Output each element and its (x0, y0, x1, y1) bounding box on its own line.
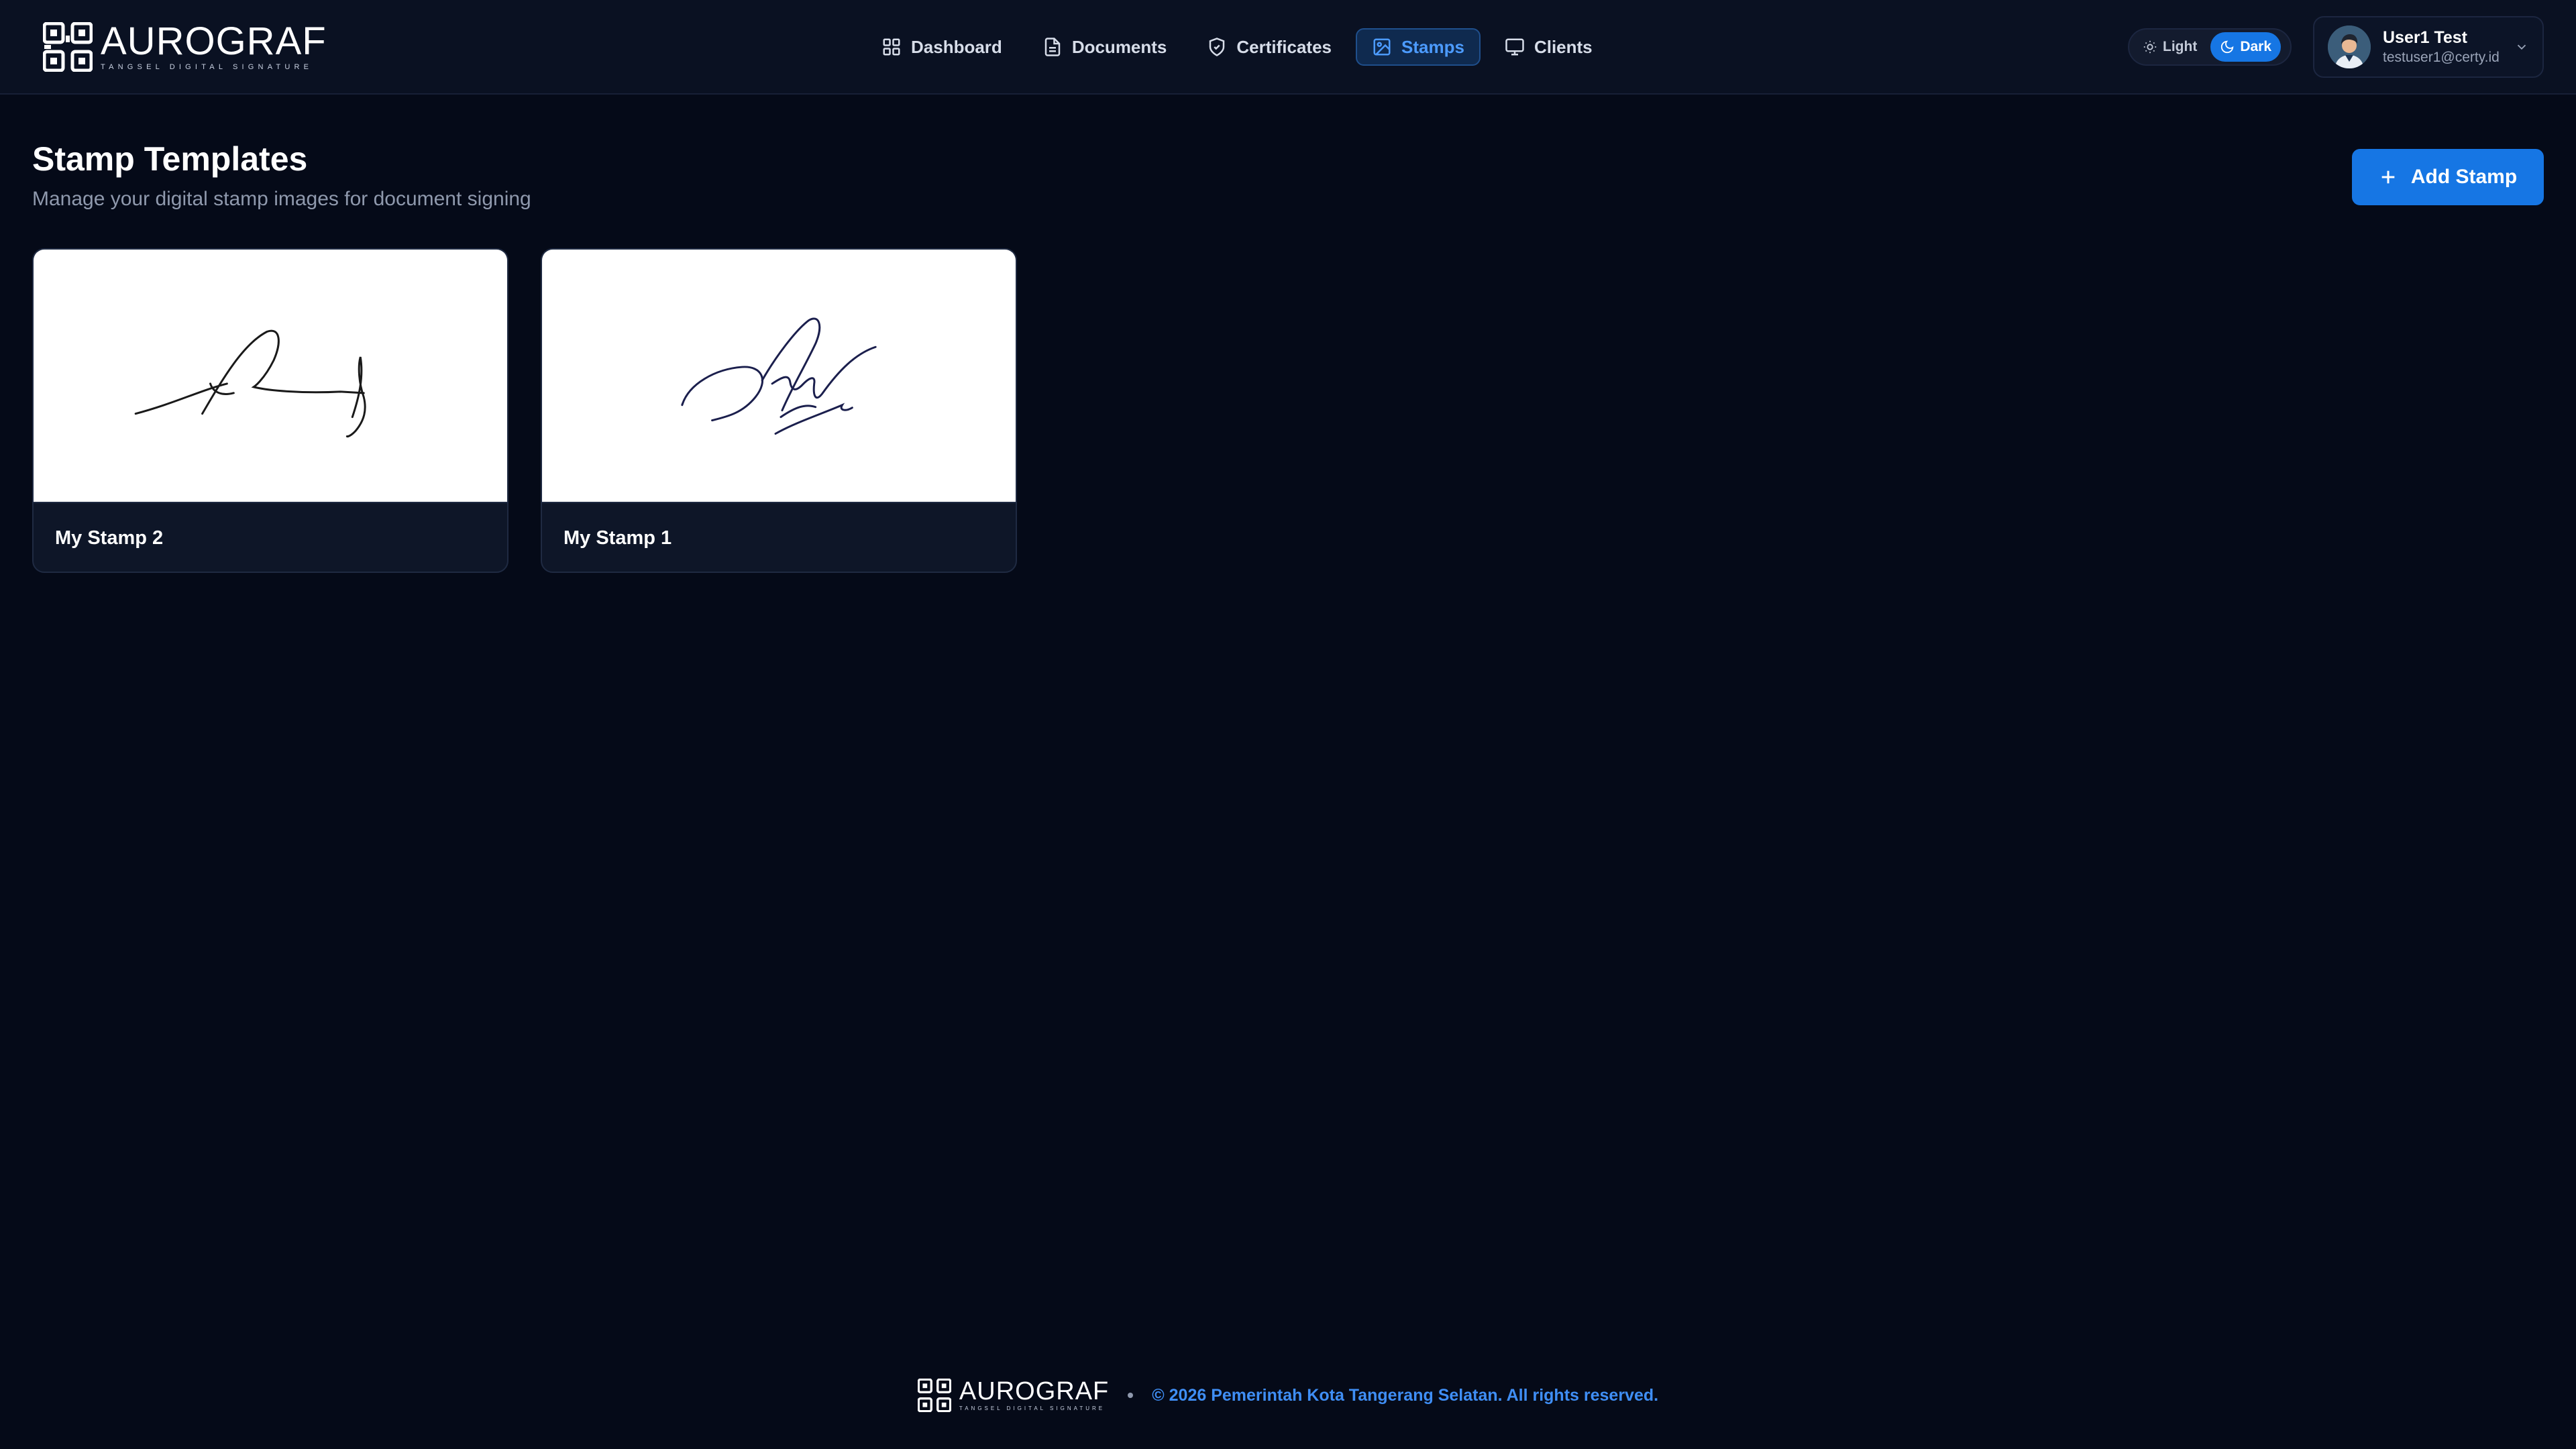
brand-tagline: Tangsel Digital Signature (101, 63, 313, 71)
footer-copyright: © 2026 Pemerintah Kota Tangerang Selatan… (1152, 1385, 1659, 1405)
main-nav: Dashboard Documents Certificates Stamps … (865, 28, 1609, 66)
user-menu[interactable]: User1 Test testuser1@certy.id (2313, 16, 2544, 78)
document-icon (1044, 38, 1061, 56)
nav-item-stamps[interactable]: Stamps (1356, 28, 1481, 66)
footer-brand-logo: AUROGRAF Tangsel Digital Signature (917, 1377, 1110, 1412)
avatar (2328, 25, 2371, 68)
nav-item-documents[interactable]: Documents (1026, 28, 1183, 66)
nav-item-dashboard[interactable]: Dashboard (865, 28, 1018, 66)
stamp-card[interactable]: My Stamp 1 (541, 248, 1017, 573)
stamp-name: My Stamp 1 (542, 502, 1016, 572)
nav-item-label: Clients (1534, 36, 1593, 57)
footer-separator (1128, 1393, 1134, 1398)
qr-logo-icon (917, 1379, 951, 1412)
signature-image (134, 329, 366, 438)
grid-icon (883, 38, 900, 56)
moon-icon (2221, 40, 2234, 54)
app-page: AUROGRAF Tangsel Digital Signature Dashb… (0, 0, 2576, 1449)
nav-item-label: Dashboard (911, 36, 1002, 57)
nav-item-certificates[interactable]: Certificates (1191, 28, 1348, 66)
nav-item-label: Stamps (1401, 36, 1464, 57)
plus-icon (2381, 170, 2395, 184)
stamp-image (542, 250, 1016, 502)
brand-logo[interactable]: AUROGRAF Tangsel Digital Signature (43, 20, 327, 74)
add-stamp-label: Add Stamp (2410, 166, 2518, 188)
footer: AUROGRAF Tangsel Digital Signature © 202… (0, 1375, 2576, 1415)
signature-image (681, 317, 877, 435)
top-navbar: AUROGRAF Tangsel Digital Signature Dashb… (0, 0, 2576, 95)
footer-brand-tagline: Tangsel Digital Signature (959, 1405, 1106, 1411)
shield-icon (1210, 38, 1225, 56)
page-subtitle: Manage your digital stamp images for doc… (32, 188, 531, 210)
theme-toggle: Light Dark (2128, 28, 2292, 66)
nav-item-label: Documents (1071, 36, 1167, 57)
chevron-down-icon (2517, 44, 2526, 50)
nav-item-clients[interactable]: Clients (1489, 28, 1609, 66)
theme-light-label: Light (2163, 39, 2198, 54)
theme-light-button[interactable]: Light (2133, 32, 2206, 62)
add-stamp-button[interactable]: Add Stamp (2352, 149, 2544, 205)
nav-item-label: Certificates (1236, 36, 1332, 57)
theme-dark-label: Dark (2240, 39, 2272, 54)
theme-dark-button[interactable]: Dark (2210, 32, 2282, 62)
avatar-icon (2328, 25, 2371, 68)
user-name: User1 Test (2383, 28, 2467, 47)
stamp-image (34, 250, 507, 502)
image-icon (1373, 38, 1391, 56)
footer-brand-name: AUROGRAF (959, 1377, 1110, 1405)
qr-logo-icon (43, 22, 93, 72)
monitor-icon (1505, 38, 1524, 56)
stamp-name: My Stamp 2 (34, 502, 507, 572)
user-email: testuser1@certy.id (2383, 50, 2500, 65)
stamp-card[interactable]: My Stamp 2 (32, 248, 508, 573)
brand-name: AUROGRAF (101, 19, 327, 63)
sun-icon (2143, 40, 2157, 54)
page-title: Stamp Templates (32, 140, 308, 178)
